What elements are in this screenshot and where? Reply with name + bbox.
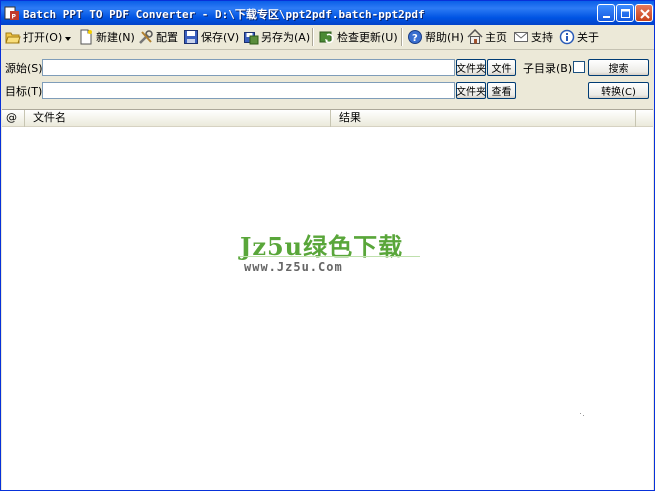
info-icon	[559, 29, 575, 45]
title-bar[interactable]: P Batch PPT TO PDF Converter - D:\下载专区\p…	[1, 1, 654, 25]
chevron-down-icon	[65, 31, 71, 44]
stray-marks	[580, 413, 584, 416]
convert-button[interactable]: 转换(C)	[588, 82, 649, 99]
app-window: P Batch PPT TO PDF Converter - D:\下载专区\p…	[0, 0, 655, 491]
check-update-button[interactable]: 检查更新(U)	[319, 28, 398, 46]
support-button[interactable]: 支持	[513, 28, 553, 46]
app-icon: P	[4, 5, 20, 21]
minimize-icon	[603, 16, 610, 18]
help-button[interactable]: ? 帮助(H)	[407, 28, 464, 46]
home-button[interactable]: 主页	[467, 28, 507, 46]
list-header: @ 文件名 结果	[2, 110, 653, 127]
save-as-icon	[243, 29, 259, 45]
column-header-result[interactable]: 结果	[331, 110, 636, 127]
close-icon	[640, 9, 650, 19]
source-folder-button[interactable]: 文件夹	[456, 59, 486, 76]
new-button[interactable]: 新建(N)	[78, 28, 135, 46]
close-button[interactable]	[635, 4, 653, 22]
toolbar: 打开(O) 新建(N) 配置 保存(V) 另存为(A) 检查更新(U) ? 帮助…	[1, 25, 654, 50]
save-as-button[interactable]: 另存为(A)	[243, 28, 310, 46]
update-icon	[319, 29, 335, 45]
envelope-icon	[513, 29, 529, 45]
svg-text:?: ?	[412, 33, 418, 44]
home-icon	[467, 28, 483, 45]
folder-open-icon	[5, 29, 21, 45]
toolbar-separator	[312, 28, 314, 46]
svg-text:P: P	[12, 14, 17, 21]
open-dropdown-arrow[interactable]	[65, 28, 71, 46]
search-button[interactable]: 搜索	[588, 59, 649, 76]
tools-icon	[138, 29, 154, 45]
save-disk-icon	[183, 29, 199, 45]
subdir-checkbox[interactable]	[573, 61, 585, 73]
target-label: 目标(T)	[5, 85, 43, 98]
target-folder-button[interactable]: 文件夹	[456, 82, 486, 99]
minimize-button[interactable]	[597, 4, 615, 22]
window-title: Batch PPT TO PDF Converter - D:\下载专区\ppt…	[23, 8, 425, 21]
source-label: 源始(S)	[5, 62, 43, 75]
column-header-status[interactable]: @	[2, 110, 25, 127]
view-button[interactable]: 查看	[487, 82, 516, 99]
open-button[interactable]: 打开(O)	[5, 28, 62, 46]
source-file-button[interactable]: 文件	[487, 59, 516, 76]
new-file-icon	[78, 29, 94, 45]
file-list[interactable]: @ 文件名 结果 Jz5u绿色下载 www.Jz5u.Com	[2, 109, 653, 490]
subdir-label: 子目录(B)	[523, 62, 573, 75]
source-path-input[interactable]	[42, 59, 455, 76]
save-button[interactable]: 保存(V)	[183, 28, 239, 46]
config-button[interactable]: 配置	[138, 28, 178, 46]
about-button[interactable]: 关于	[559, 28, 599, 46]
toolbar-separator	[401, 28, 403, 46]
column-header-filename[interactable]: 文件名	[25, 110, 331, 127]
maximize-icon	[621, 9, 630, 18]
target-path-input[interactable]	[42, 82, 455, 99]
help-icon: ?	[407, 29, 423, 45]
watermark-divider	[240, 256, 420, 257]
maximize-button[interactable]	[616, 4, 634, 22]
watermark-url: www.Jz5u.Com	[244, 260, 343, 274]
